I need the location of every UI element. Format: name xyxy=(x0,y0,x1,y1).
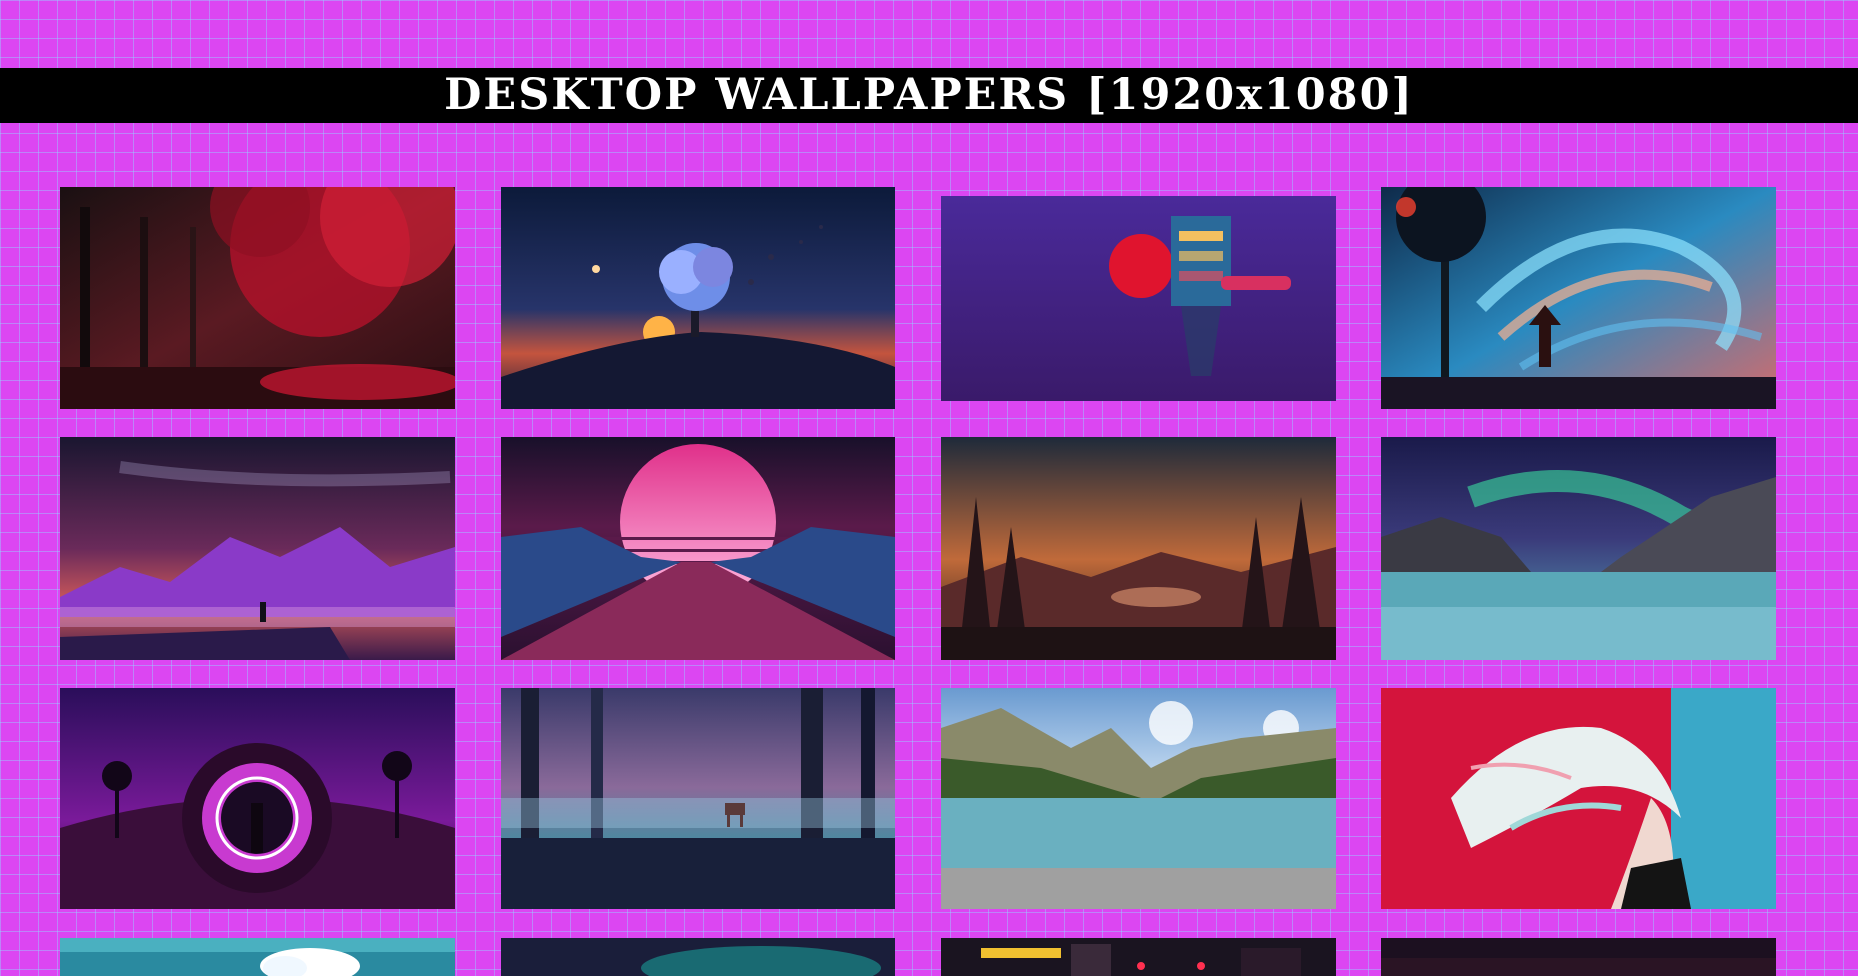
wallpaper-thumbnail-misty-forest-deer[interactable] xyxy=(501,688,895,909)
wallpaper-thumbnail-dark-teal-aurora[interactable] xyxy=(501,938,895,976)
wallpaper-thumbnail-swirling-sky-tree-figure[interactable] xyxy=(1381,187,1776,409)
wallpaper-thumbnail-synthwave-sun-low-poly-valley[interactable] xyxy=(501,437,895,660)
wallpaper-thumbnail-aurora-over-mountain-lake[interactable] xyxy=(1381,437,1776,660)
wallpaper-thumbnail-blue-tree-on-hill-sunset[interactable] xyxy=(501,187,895,409)
wallpaper-thumbnail-teal-sky-clouds[interactable] xyxy=(60,938,455,976)
wallpaper-thumbnail-floating-tower-red-sun-deer[interactable] xyxy=(941,196,1336,401)
title-banner: DESKTOP WALLPAPERS [1920x1080] xyxy=(0,68,1858,123)
wallpaper-thumbnail-neon-portal-astronaut-palms[interactable] xyxy=(60,688,455,909)
page-title: DESKTOP WALLPAPERS [1920x1080] xyxy=(444,70,1414,120)
wallpaper-thumbnail-purple-mountains-moon-milky-way[interactable] xyxy=(60,437,455,660)
wallpaper-thumbnail-red-autumn-forest[interactable] xyxy=(60,187,455,409)
wallpaper-thumbnail-neon-city-night[interactable] xyxy=(941,938,1336,976)
wallpaper-thumbnail-dark-red-night[interactable] xyxy=(1381,938,1776,976)
wallpaper-thumbnail-white-hair-anime-girl-red-blue[interactable] xyxy=(1381,688,1776,909)
wallpaper-thumbnail-mountain-lake-clouds[interactable] xyxy=(941,688,1336,909)
wallpaper-thumbnail-deer-lake-pine-sunset[interactable] xyxy=(941,437,1336,660)
